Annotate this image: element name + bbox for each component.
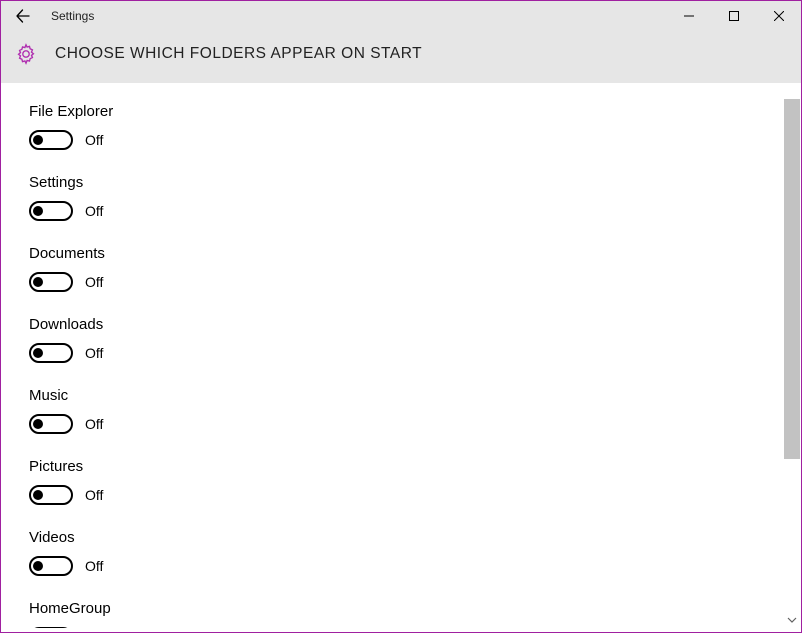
option-label: HomeGroup xyxy=(29,600,773,617)
toggle-state-label: Off xyxy=(85,416,103,432)
settings-content: File Explorer Off Settings Off Documents… xyxy=(1,83,801,628)
scroll-down-button[interactable] xyxy=(784,612,800,628)
option-videos: Videos Off xyxy=(29,529,773,576)
scrollbar-track[interactable] xyxy=(784,83,800,628)
toggle-row: Off xyxy=(29,130,773,150)
option-label: Videos xyxy=(29,529,773,546)
option-label: Pictures xyxy=(29,458,773,475)
toggle-videos[interactable] xyxy=(29,556,73,576)
toggle-row: Off xyxy=(29,201,773,221)
page-header: CHOOSE WHICH FOLDERS APPEAR ON START xyxy=(1,31,801,83)
toggle-knob xyxy=(33,348,43,358)
toggle-settings[interactable] xyxy=(29,201,73,221)
toggle-state-label: Off xyxy=(85,487,103,503)
option-label: Downloads xyxy=(29,316,773,333)
option-label: Documents xyxy=(29,245,773,262)
toggle-row: Off xyxy=(29,272,773,292)
option-documents: Documents Off xyxy=(29,245,773,292)
toggle-file-explorer[interactable] xyxy=(29,130,73,150)
close-button[interactable] xyxy=(756,1,801,31)
scrollbar[interactable] xyxy=(784,83,800,628)
maximize-icon xyxy=(729,11,739,21)
toggle-knob xyxy=(33,490,43,500)
option-label: Music xyxy=(29,387,773,404)
maximize-button[interactable] xyxy=(711,1,756,31)
toggle-row: Off xyxy=(29,414,773,434)
toggle-knob xyxy=(33,206,43,216)
option-file-explorer: File Explorer Off xyxy=(29,103,773,150)
toggle-downloads[interactable] xyxy=(29,343,73,363)
titlebar-left: Settings xyxy=(13,6,666,26)
toggle-pictures[interactable] xyxy=(29,485,73,505)
chevron-down-icon xyxy=(787,615,797,625)
toggle-knob xyxy=(33,135,43,145)
page-title: CHOOSE WHICH FOLDERS APPEAR ON START xyxy=(55,45,422,63)
toggle-row: Off xyxy=(29,485,773,505)
app-title: Settings xyxy=(51,9,94,23)
toggle-state-label: Off xyxy=(85,132,103,148)
option-homegroup: HomeGroup Off xyxy=(29,600,773,628)
toggle-homegroup[interactable] xyxy=(29,627,73,628)
minimize-button[interactable] xyxy=(666,1,711,31)
content-wrap: File Explorer Off Settings Off Documents… xyxy=(1,83,801,628)
toggle-knob xyxy=(33,419,43,429)
minimize-icon xyxy=(684,11,694,21)
back-arrow-icon xyxy=(15,8,31,24)
toggle-state-label: Off xyxy=(85,274,103,290)
toggle-state-label: Off xyxy=(85,558,103,574)
close-icon xyxy=(774,11,784,21)
option-label: File Explorer xyxy=(29,103,773,120)
toggle-row: Off xyxy=(29,343,773,363)
toggle-knob xyxy=(33,277,43,287)
toggle-row: Off xyxy=(29,556,773,576)
toggle-state-label: Off xyxy=(85,203,103,219)
toggle-knob xyxy=(33,561,43,571)
toggle-row: Off xyxy=(29,627,773,628)
toggle-documents[interactable] xyxy=(29,272,73,292)
option-settings: Settings Off xyxy=(29,174,773,221)
gear-icon xyxy=(15,43,37,65)
titlebar: Settings xyxy=(1,1,801,31)
toggle-state-label: Off xyxy=(85,345,103,361)
option-music: Music Off xyxy=(29,387,773,434)
option-pictures: Pictures Off xyxy=(29,458,773,505)
scrollbar-thumb[interactable] xyxy=(784,99,800,459)
window-controls xyxy=(666,1,801,31)
toggle-music[interactable] xyxy=(29,414,73,434)
option-label: Settings xyxy=(29,174,773,191)
back-button[interactable] xyxy=(13,6,33,26)
option-downloads: Downloads Off xyxy=(29,316,773,363)
